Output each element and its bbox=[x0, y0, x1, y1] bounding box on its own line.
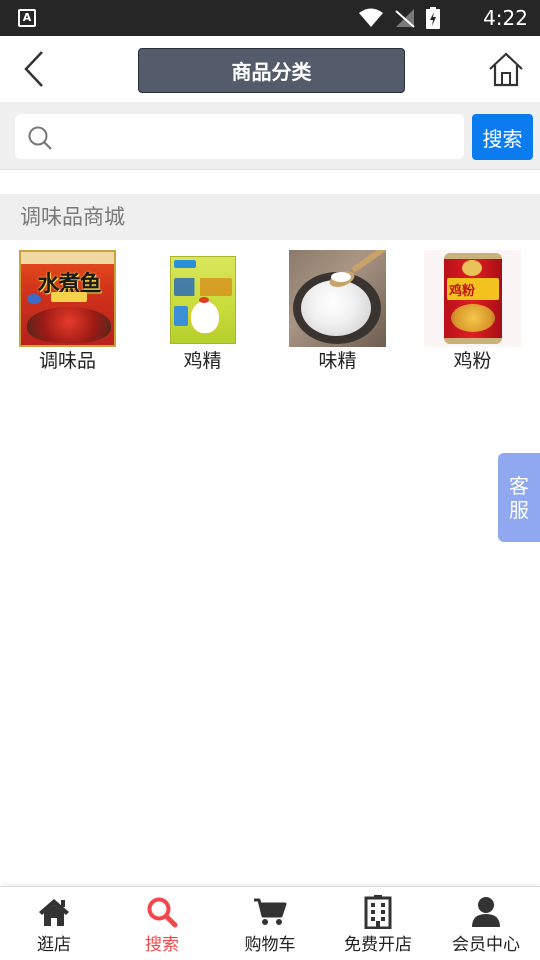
building-icon bbox=[364, 895, 392, 929]
category-image bbox=[289, 250, 386, 347]
search-field[interactable] bbox=[15, 114, 464, 159]
tab-label: 免费开店 bbox=[344, 935, 412, 955]
category-label: 调味品 bbox=[38, 350, 96, 372]
home-icon bbox=[39, 899, 69, 926]
tab-label: 逛店 bbox=[37, 935, 71, 955]
home-button[interactable] bbox=[486, 48, 526, 90]
category-item-msg[interactable]: 味精 bbox=[270, 250, 405, 373]
customer-service-button[interactable]: 客 服 bbox=[498, 453, 540, 542]
tab-member-center[interactable]: 会员中心 bbox=[432, 887, 540, 960]
wifi-icon bbox=[359, 8, 383, 27]
tab-label: 搜索 bbox=[145, 935, 179, 955]
back-button[interactable] bbox=[14, 46, 54, 92]
search-button[interactable]: 搜索 bbox=[472, 114, 533, 160]
cart-icon bbox=[254, 898, 287, 925]
battery-charging-icon bbox=[426, 7, 440, 29]
category-item-chicken-essence[interactable]: 鸡精 bbox=[135, 250, 270, 373]
bottom-tab-bar: 逛店 搜索 购物车 免费开店 会员中心 bbox=[0, 886, 540, 960]
notification-icon: A bbox=[18, 9, 36, 27]
search-icon bbox=[147, 897, 178, 928]
app-screen: A 4:22 商品分类 搜索 调味品商城 水煮鱼 调味品 鸡精 味精 鸡粉 鸡粉… bbox=[0, 0, 540, 960]
page-title: 商品分类 bbox=[138, 48, 405, 93]
tab-label: 购物车 bbox=[244, 935, 296, 955]
category-grid: 水煮鱼 调味品 鸡精 味精 鸡粉 鸡粉 bbox=[0, 250, 540, 373]
chevron-left-icon bbox=[24, 51, 43, 87]
user-icon bbox=[472, 897, 500, 927]
status-icons bbox=[358, 7, 440, 29]
category-image: 水煮鱼 bbox=[19, 250, 116, 347]
category-label: 鸡精 bbox=[183, 350, 222, 372]
tab-cart[interactable]: 购物车 bbox=[216, 887, 324, 960]
tab-label: 会员中心 bbox=[452, 935, 520, 955]
service-label-line1: 客 bbox=[509, 473, 529, 498]
section-title: 调味品商城 bbox=[0, 194, 540, 240]
navigation-bar: 商品分类 bbox=[0, 36, 540, 102]
tab-search[interactable]: 搜索 bbox=[108, 887, 216, 960]
search-bar: 搜索 bbox=[0, 102, 540, 170]
status-time: 4:22 bbox=[483, 6, 528, 30]
home-icon bbox=[489, 52, 523, 87]
category-item-seasoning[interactable]: 水煮鱼 调味品 bbox=[0, 250, 135, 373]
search-input[interactable] bbox=[63, 114, 458, 159]
category-image: 鸡粉 bbox=[424, 250, 521, 347]
category-label: 味精 bbox=[318, 350, 357, 372]
image-text: 鸡粉 bbox=[449, 284, 476, 299]
category-label: 鸡粉 bbox=[453, 350, 492, 372]
status-bar: A 4:22 bbox=[0, 0, 540, 36]
tab-open-store[interactable]: 免费开店 bbox=[324, 887, 432, 960]
tab-shop[interactable]: 逛店 bbox=[0, 887, 108, 960]
no-signal-icon bbox=[395, 9, 415, 28]
service-label-line2: 服 bbox=[509, 497, 529, 522]
search-icon bbox=[28, 126, 52, 150]
category-image bbox=[154, 250, 251, 347]
category-item-chicken-powder[interactable]: 鸡粉 鸡粉 bbox=[405, 250, 540, 373]
